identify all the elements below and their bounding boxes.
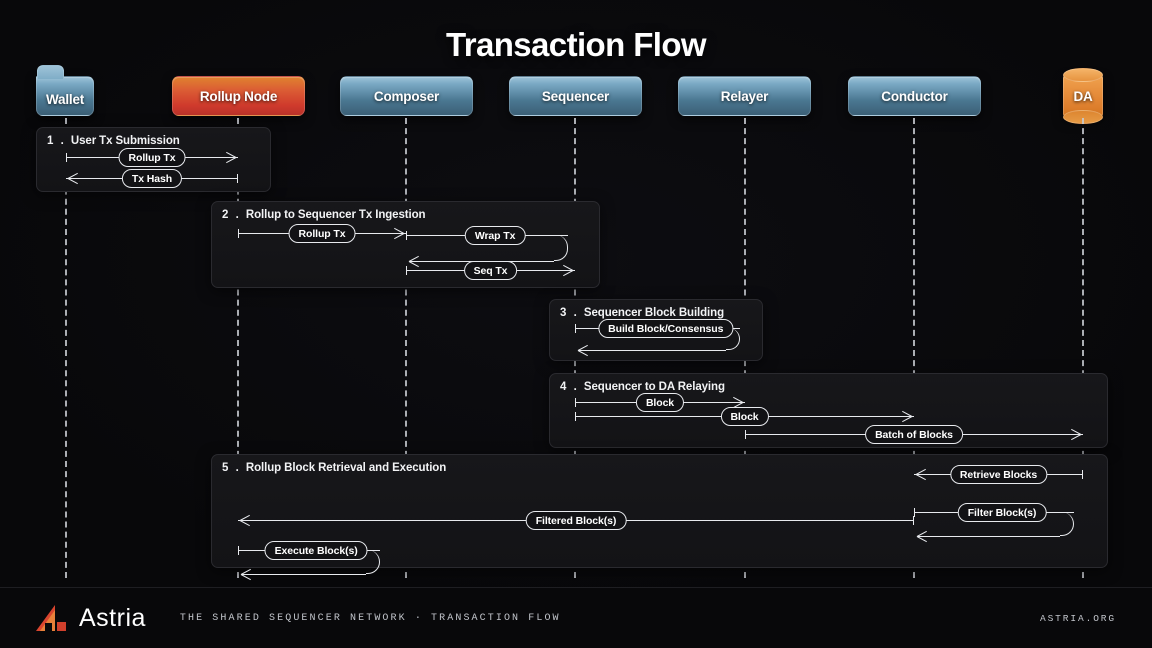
- message-origin-tick: [1082, 470, 1083, 479]
- message-origin-tick: [237, 174, 238, 183]
- participant-rollup: Rollup Node: [172, 76, 305, 116]
- diagram-canvas: Transaction Flow Wallet Rollup Node Compos…: [0, 0, 1152, 648]
- message-origin-tick: [913, 516, 914, 525]
- section-title: 5 . Rollup Block Retrieval and Execution: [222, 462, 446, 474]
- message-label: Filter Block(s): [957, 503, 1047, 522]
- section-title-text: Sequencer to DA Relaying: [583, 381, 725, 393]
- message-origin-tick: [575, 324, 576, 333]
- participant-label: Wallet: [46, 92, 85, 107]
- participant-wallet: Wallet: [36, 65, 94, 116]
- participant-label: Composer: [373, 88, 440, 104]
- section-number: 5 .: [222, 462, 241, 474]
- section-number: 4 .: [560, 381, 579, 393]
- section-title: 1 . User Tx Submission: [47, 135, 180, 147]
- section-4: 4 . Sequencer to DA Relaying: [549, 373, 1108, 448]
- page-title: Transaction Flow: [446, 26, 707, 63]
- section-title-text: User Tx Submission: [70, 135, 180, 147]
- message-label: Filtered Block(s): [525, 511, 627, 530]
- participant-conductor: Conductor: [848, 76, 981, 116]
- message-origin-tick: [406, 266, 407, 275]
- participant-relayer: Relayer: [678, 76, 811, 116]
- message-label: Block: [720, 407, 769, 426]
- footer: Astria THE SHARED SEQUENCER NETWORK · TR…: [0, 588, 1152, 648]
- selfloop-bottom-line: [918, 536, 1060, 537]
- brand-name: Astria: [79, 603, 146, 632]
- message-label: Retrieve Blocks: [949, 465, 1048, 484]
- section-title-text: Rollup to Sequencer Tx Ingestion: [245, 209, 426, 221]
- participant-label: Conductor: [881, 88, 948, 104]
- section-title-text: Sequencer Block Building: [583, 307, 725, 319]
- section-number: 3 .: [560, 307, 579, 319]
- participant-label: Sequencer: [541, 88, 610, 104]
- participant-sequencer: Sequencer: [509, 76, 642, 116]
- message-label: Tx Hash: [121, 169, 183, 188]
- message-origin-tick: [238, 546, 239, 555]
- message-origin-tick: [745, 430, 746, 439]
- message-label: Seq Tx: [463, 261, 518, 280]
- message-origin-tick: [575, 398, 576, 407]
- footer-tagline: THE SHARED SEQUENCER NETWORK · TRANSACTI…: [179, 612, 561, 624]
- wallet-folder-tab-icon: [37, 65, 64, 79]
- selfloop-bottom-line: [579, 350, 726, 351]
- message-label: Execute Block(s): [264, 541, 368, 560]
- database-top-icon: [1063, 68, 1103, 82]
- message-origin-tick: [575, 412, 576, 421]
- message-origin-tick: [66, 153, 67, 162]
- message-origin-tick: [238, 229, 239, 238]
- participant-composer: Composer: [340, 76, 473, 116]
- participant-label: Relayer: [720, 88, 769, 104]
- message-label: Wrap Tx: [464, 226, 526, 245]
- section-title-text: Rollup Block Retrieval and Execution: [245, 462, 447, 474]
- participant-da: DA: [1063, 68, 1103, 124]
- message-origin-tick: [406, 231, 407, 240]
- message-label: Block: [635, 393, 685, 412]
- section-title: 4 . Sequencer to DA Relaying: [560, 381, 725, 393]
- footer-url: ASTRIA.ORG: [1039, 612, 1116, 624]
- message-label: Rollup Tx: [118, 148, 186, 167]
- section-title: 3 . Sequencer Block Building: [560, 307, 724, 319]
- section-title: 2 . Rollup to Sequencer Tx Ingestion: [222, 209, 426, 221]
- message-label: Rollup Tx: [288, 224, 356, 243]
- message-label: Batch of Blocks: [865, 425, 963, 444]
- participant-label: Rollup Node: [199, 88, 278, 104]
- selfloop-bottom-line: [242, 574, 366, 575]
- message-origin-tick: [914, 508, 915, 517]
- message-label: Build Block/Consensus: [598, 319, 734, 338]
- section-number: 1 .: [47, 135, 66, 147]
- participant-label: DA: [1073, 88, 1093, 104]
- astria-logo-icon: [36, 605, 66, 631]
- section-number: 2 .: [222, 209, 241, 221]
